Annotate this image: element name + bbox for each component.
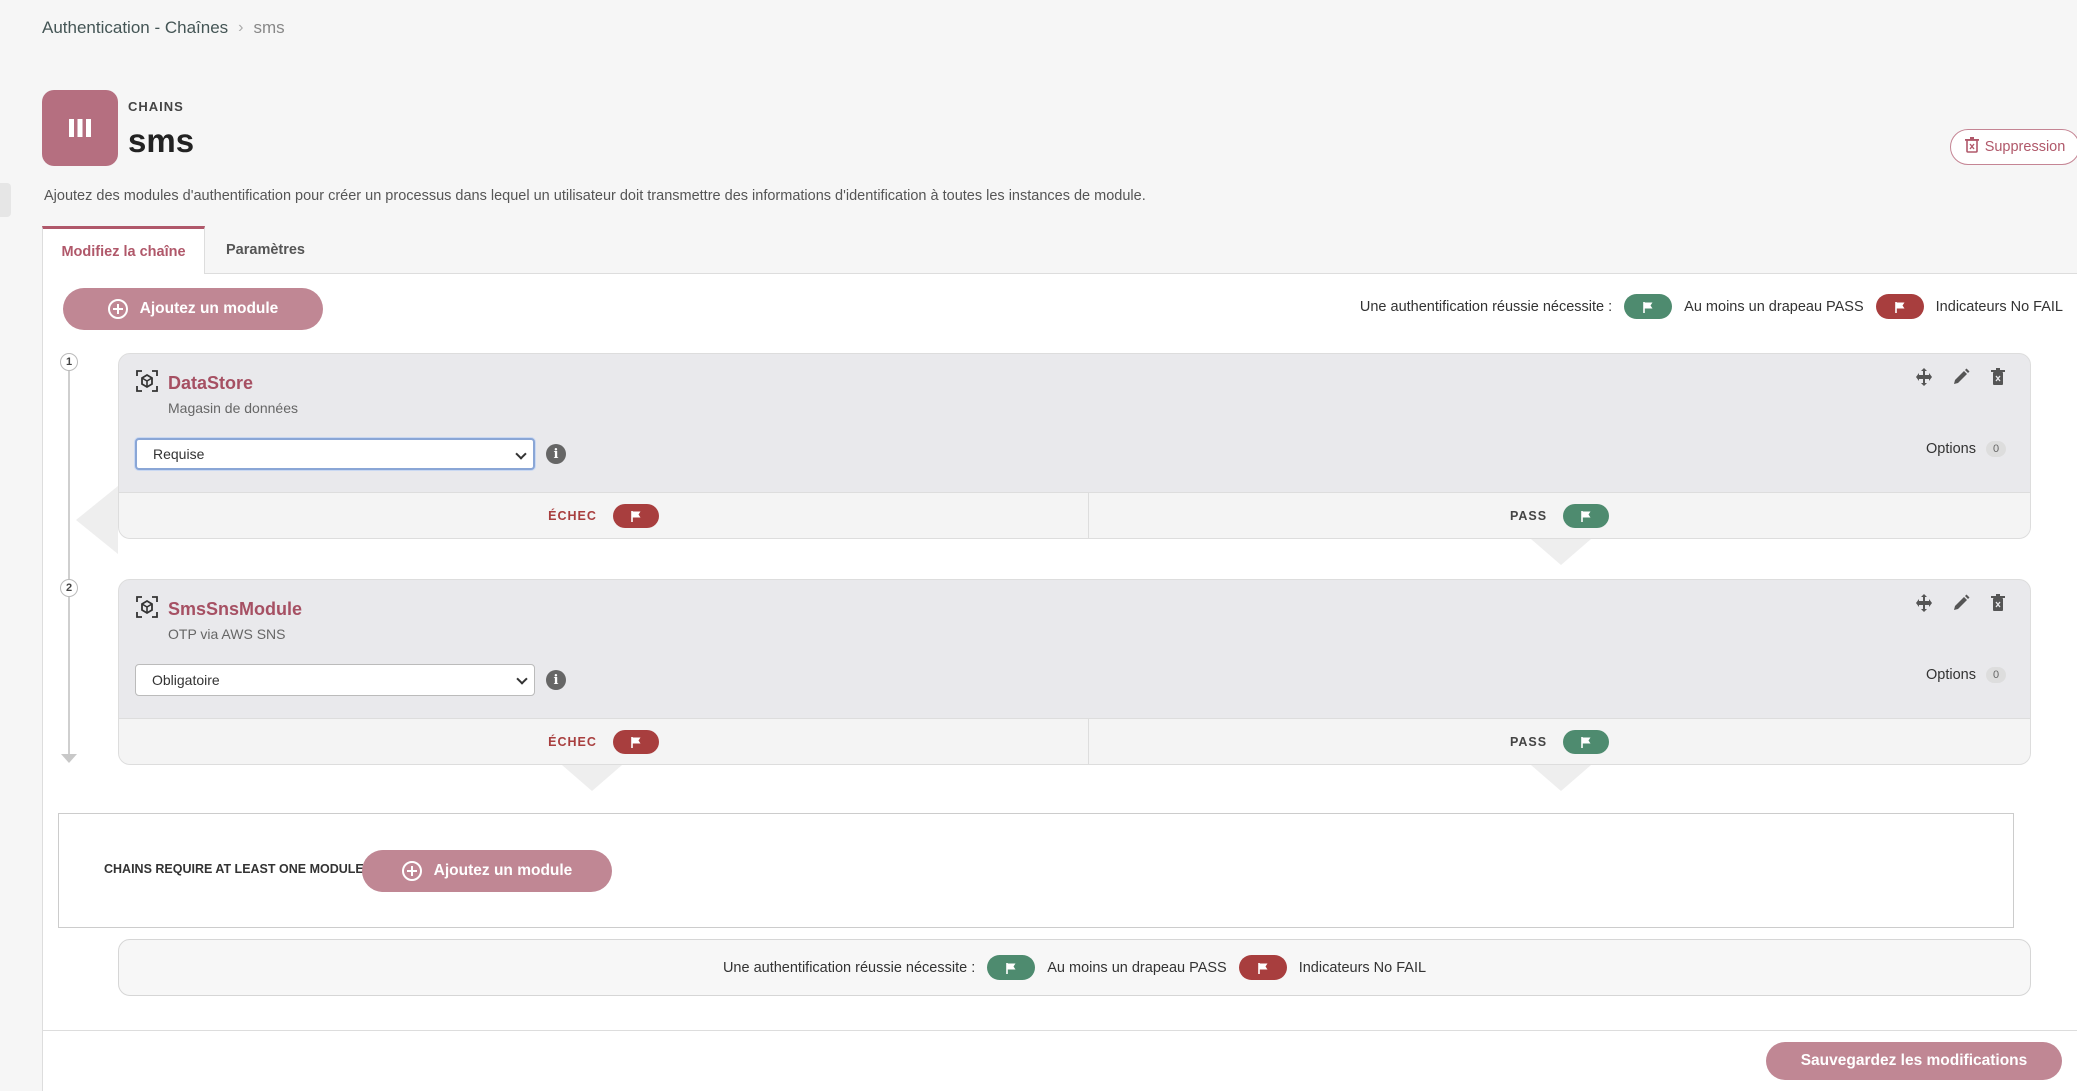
add-module-button[interactable]: Ajoutez un module (63, 288, 323, 330)
options-count-badge: 0 (1986, 667, 2006, 683)
step-number: 2 (60, 579, 78, 597)
pass-flag-icon (1563, 503, 1610, 528)
page-kicker: CHAINS (128, 99, 184, 114)
module-cube-icon (135, 595, 159, 619)
module-name: DataStore (168, 373, 254, 393)
add-module-label: Ajoutez un module (433, 862, 573, 879)
tab-settings[interactable]: Paramètres (207, 226, 324, 274)
chain-icon (42, 90, 118, 166)
trash-icon[interactable] (1988, 593, 2008, 613)
pass-flag-icon (987, 955, 1036, 980)
module-card-smssnsmodule[interactable]: SmsSnsModule OTP via AWS SNS Obligatoire… (118, 579, 2031, 765)
empty-state-label: CHAINS REQUIRE AT LEAST ONE MODULE (104, 862, 364, 876)
pass-outcome: PASS (1089, 493, 2030, 538)
breadcrumb-separator: › (238, 19, 244, 36)
fail-label: ÉCHEC (548, 508, 597, 523)
sidebar-toggle-handle[interactable] (0, 183, 11, 217)
pass-flow-arrow (1531, 539, 1591, 565)
module-outcomes: ÉCHEC PASS (119, 718, 2030, 764)
timeline-line (68, 370, 70, 755)
auth-requirements-summary: Une authentification réussie nécessite :… (118, 939, 2031, 996)
tab-edit-chain[interactable]: Modifiez la chaîne (42, 226, 205, 274)
pass-label: PASS (1509, 734, 1548, 749)
module-subtitle: OTP via AWS SNS (168, 626, 286, 642)
auth-requirements-legend: Une authentification réussie nécessite :… (723, 955, 1426, 980)
auth-requirements-legend: Une authentification réussie nécessite :… (1360, 294, 2063, 319)
plus-circle-icon (107, 299, 128, 319)
info-icon[interactable]: i (546, 670, 566, 690)
trash-icon (1964, 137, 1979, 157)
page-title: sms (128, 122, 195, 159)
fail-outcome: ÉCHEC (119, 493, 1089, 538)
criteria-select[interactable]: Requise (135, 438, 535, 470)
pass-label: PASS (1509, 508, 1548, 523)
info-icon[interactable]: i (546, 444, 566, 464)
add-module-label: Ajoutez un module (139, 300, 279, 317)
page-description: Ajoutez des modules d'authentification p… (44, 188, 1146, 204)
legend-fail-text: Indicateurs No FAIL (1298, 959, 1427, 976)
module-cube-icon (135, 369, 159, 393)
options-label: Options (1926, 441, 1976, 457)
options-toggle[interactable]: Options 0 (1926, 667, 2006, 683)
fail-flag-icon (612, 729, 659, 754)
move-icon[interactable] (1914, 593, 1934, 613)
footer-divider (42, 1030, 2077, 1031)
legend-pass-text: Au moins un drapeau PASS (1684, 298, 1864, 315)
save-changes-button[interactable]: Sauvegardez les modifications (1766, 1042, 2062, 1080)
module-name: SmsSnsModule (168, 599, 303, 619)
delete-button[interactable]: Suppression (1950, 129, 2077, 165)
module-actions (1914, 367, 2008, 387)
pass-flag-icon (1624, 294, 1673, 319)
plus-circle-icon (401, 861, 422, 881)
pass-flow-arrow (1531, 765, 1591, 791)
move-icon[interactable] (1914, 367, 1934, 387)
criteria-select-value: Obligatoire (152, 672, 220, 688)
fail-flag-icon (1875, 294, 1924, 319)
options-toggle[interactable]: Options 0 (1926, 441, 2006, 457)
module-subtitle: Magasin de données (168, 400, 298, 416)
breadcrumb-parent-link[interactable]: Authentication - Chaînes (42, 18, 228, 38)
fail-flow-arrow (562, 765, 622, 791)
options-label: Options (1926, 667, 1976, 683)
fail-exit-arrow (76, 486, 118, 554)
breadcrumb-current: sms (253, 18, 285, 37)
fail-flag-icon (612, 503, 659, 528)
legend-requires-text: Une authentification réussie nécessite : (722, 959, 976, 976)
module-actions (1914, 593, 2008, 613)
legend-requires-text: Une authentification réussie nécessite : (1359, 298, 1613, 315)
chevron-down-icon (516, 673, 528, 685)
fail-flag-icon (1238, 955, 1287, 980)
options-count-badge: 0 (1986, 441, 2006, 457)
fail-label: ÉCHEC (548, 734, 597, 749)
trash-icon[interactable] (1988, 367, 2008, 387)
edit-pencil-icon[interactable] (1951, 367, 1971, 387)
edit-pencil-icon[interactable] (1951, 593, 1971, 613)
legend-fail-text: Indicateurs No FAIL (1935, 298, 2063, 315)
legend-pass-text: Au moins un drapeau PASS (1047, 959, 1227, 976)
step-number: 1 (60, 353, 78, 371)
timeline-end-arrow (61, 754, 77, 763)
criteria-select[interactable]: Obligatoire (135, 664, 535, 696)
breadcrumb: Authentication - Chaînes › sms (42, 18, 285, 38)
module-outcomes: ÉCHEC PASS (119, 492, 2030, 538)
module-card-datastore[interactable]: DataStore Magasin de données Requise i O… (118, 353, 2031, 539)
tab-settings-label: Paramètres (226, 242, 305, 258)
pass-outcome: PASS (1089, 719, 2030, 764)
fail-outcome: ÉCHEC (119, 719, 1089, 764)
tab-edit-chain-label: Modifiez la chaîne (61, 243, 186, 260)
criteria-select-value: Requise (153, 446, 205, 462)
delete-button-label: Suppression (1984, 139, 2066, 155)
save-changes-label: Sauvegardez les modifications (1800, 1052, 2028, 1069)
add-module-button-bottom[interactable]: Ajoutez un module (362, 850, 612, 892)
chevron-down-icon (515, 448, 527, 460)
pass-flag-icon (1563, 729, 1610, 754)
